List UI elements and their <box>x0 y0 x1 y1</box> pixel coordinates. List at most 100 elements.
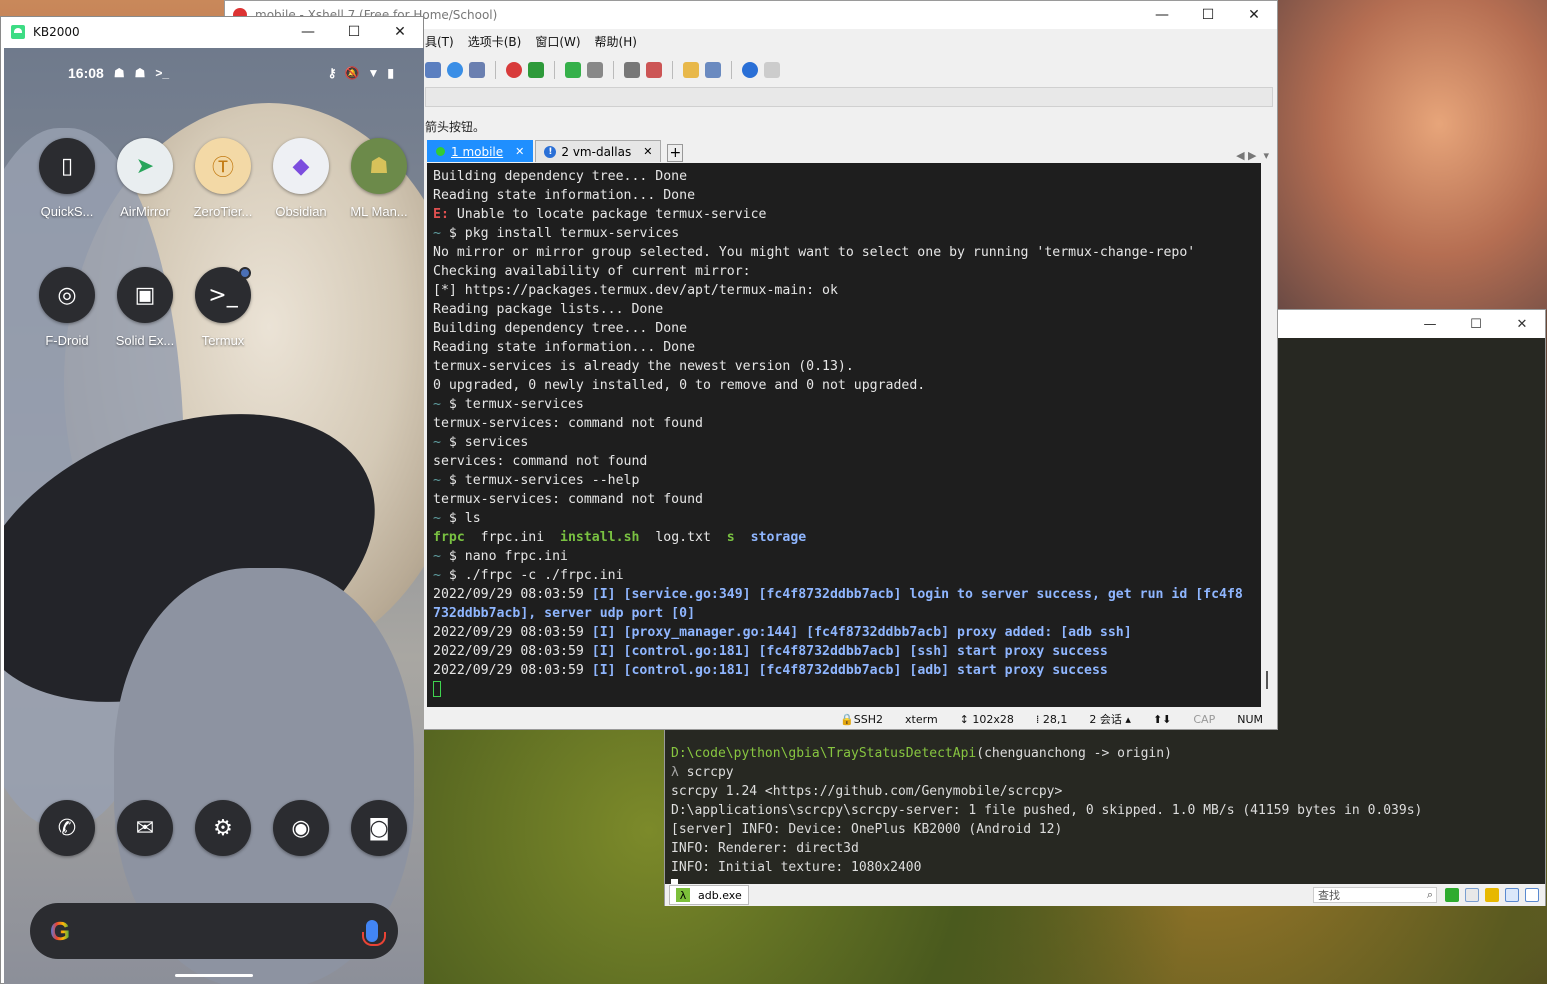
gesture-nav-bar[interactable] <box>175 974 253 977</box>
terminal-text: INFO: Initial texture: 1080x2400 <box>671 860 922 875</box>
xshell-icon[interactable] <box>506 62 522 78</box>
terminal-line: λ scrcpy <box>671 765 1541 784</box>
terminal-text: D:\applications\scrcpy\scrcpy-server: 1 … <box>671 803 1423 818</box>
app-termux[interactable]: >_ Termux <box>186 267 260 348</box>
dock-messages[interactable]: ✉ <box>108 800 182 856</box>
layout-icon[interactable] <box>1505 888 1519 902</box>
lock-icon: 🔒SSH2 <box>840 712 884 726</box>
app-obsidian[interactable]: ◆ Obsidian <box>264 138 338 219</box>
search-input[interactable]: 查找 ⌕ <box>1313 887 1437 903</box>
terminal-text: [*] https://packages.termux.dev/apt/term… <box>433 283 838 298</box>
app-label: Solid Ex... <box>115 333 175 348</box>
terminal-line: frpc frpc.ini install.sh log.txt s stora… <box>433 528 1255 547</box>
globe-icon[interactable] <box>447 62 463 78</box>
font-icon[interactable] <box>469 62 485 78</box>
keyboard-icon[interactable] <box>624 62 640 78</box>
maximize-button[interactable]: ☐ <box>1185 1 1231 29</box>
microphone-icon[interactable] <box>362 920 386 946</box>
terminal-line: ~ $ pkg install termux-services <box>433 224 1255 243</box>
chat-icon[interactable] <box>764 62 780 78</box>
app-android[interactable]: ☗ ML Man... <box>342 138 416 219</box>
close-tab-icon[interactable]: ✕ <box>515 145 524 158</box>
help-icon[interactable] <box>742 62 758 78</box>
terminal-line: Building dependency tree... Done <box>433 167 1255 186</box>
terminal-line: [server] INFO: Device: OnePlus KB2000 (A… <box>671 822 1541 841</box>
phone-screen[interactable]: 16:08 ☗ ☗ >_ ⚷ 🔕 ▼ ▮ ▯ QuickS... ➤ AirMirro… <box>4 48 424 984</box>
lock-icon[interactable] <box>1485 888 1499 902</box>
terminal-line: termux-services: command not found <box>433 490 1255 509</box>
terminal-line: scrcpy 1.24 <https://github.com/Genymobi… <box>671 784 1541 803</box>
battery-icon: ▮ <box>387 66 394 80</box>
app-zerotier[interactable]: Ⓣ ZeroTier... <box>186 138 260 219</box>
tab-mobile[interactable]: 1 mobile ✕ <box>427 140 534 162</box>
cmder-titlebar: — ☐ ✕ <box>1277 310 1545 338</box>
new-folder-icon[interactable] <box>683 62 699 78</box>
terminal-line: ~ $ services <box>433 433 1255 452</box>
terminal-text: ~ <box>433 397 449 412</box>
terminal-scrollbar[interactable] <box>1261 163 1277 707</box>
quickswitch-icon: ▯ <box>39 138 95 194</box>
app-quickswitch[interactable]: ▯ QuickS... <box>30 138 104 219</box>
xftp-icon[interactable] <box>528 62 544 78</box>
terminal-text: scrcpy <box>686 765 734 780</box>
session-count[interactable]: 2 会话 ▴ <box>1089 711 1131 727</box>
app-fdroid[interactable]: ◎ F-Droid <box>30 267 104 348</box>
close-tab-icon[interactable]: ✕ <box>643 145 652 158</box>
minimize-button[interactable]: — <box>285 17 331 47</box>
highlight-icon[interactable] <box>646 62 662 78</box>
dock-phone[interactable]: ✆ <box>30 800 104 856</box>
maximize-button[interactable]: ☐ <box>1453 310 1499 338</box>
cursor-position: ⁞ 28,1 <box>1035 712 1068 726</box>
lambda-icon: λ <box>676 888 690 902</box>
fullscreen-icon[interactable] <box>565 62 581 78</box>
terminal-text: Building dependency tree... Done <box>433 169 688 184</box>
terminal-text: Unable to locate package termux-service <box>448 207 767 222</box>
menu-help[interactable]: 帮助(H) <box>595 33 637 50</box>
maximize-button[interactable]: ☐ <box>331 17 377 47</box>
terminal-text: frpc <box>433 530 465 545</box>
close-button[interactable]: ✕ <box>377 17 423 47</box>
session-tabs: 1 mobile ✕ ! 2 vm-dallas ✕ + ◀ ▶ ▾ <box>427 138 1277 162</box>
dock-chrome[interactable]: ◉ <box>264 800 338 856</box>
dock-camera[interactable]: ◙ <box>342 800 416 856</box>
terminal-line: Checking availability of current mirror: <box>433 262 1255 281</box>
address-bar[interactable] <box>425 87 1273 107</box>
terminal-line: Reading state information... Done <box>433 186 1255 205</box>
connected-icon <box>436 147 445 156</box>
cmder-terminal[interactable]: D:\code\python\gbia\TrayStatusDetectApi(… <box>671 746 1541 898</box>
close-button[interactable]: ✕ <box>1231 1 1277 29</box>
menu-tab[interactable]: 选项卡(B) <box>468 33 522 50</box>
terminal-text: $ ls <box>448 511 481 526</box>
menu-tools[interactable]: 具(T) <box>425 33 454 50</box>
app-airmirror[interactable]: ➤ AirMirror <box>108 138 182 219</box>
minimize-button[interactable]: — <box>1407 310 1453 338</box>
layout-icon[interactable] <box>705 62 721 78</box>
app-label: F-Droid <box>45 333 89 348</box>
menu-icon[interactable] <box>1525 888 1539 902</box>
terminal-line: 0 upgraded, 0 newly installed, 0 to remo… <box>433 376 1255 395</box>
menu-window[interactable]: 窗口(W) <box>535 33 580 50</box>
tab-nav-arrows[interactable]: ◀ ▶ ▾ <box>1236 149 1269 162</box>
scrollbar-thumb[interactable] <box>1266 671 1268 689</box>
tab-vm-dallas[interactable]: ! 2 vm-dallas ✕ <box>535 140 662 162</box>
terminal-line: INFO: Renderer: direct3d <box>671 841 1541 860</box>
close-button[interactable]: ✕ <box>1499 310 1545 338</box>
fdroid-icon: ◎ <box>39 267 95 323</box>
terminal-text: $ pkg install termux-services <box>448 226 680 241</box>
lock-icon[interactable] <box>587 62 603 78</box>
split-icon[interactable] <box>1465 888 1479 902</box>
new-console-icon[interactable] <box>1445 888 1459 902</box>
status-time: 16:08 <box>68 65 104 81</box>
add-tab-button[interactable]: + <box>667 144 684 162</box>
upload-download-icon[interactable]: ⬆⬇ <box>1153 713 1171 726</box>
terminal-text: services: command not found <box>433 454 648 469</box>
dock-settings[interactable]: ⚙ <box>186 800 260 856</box>
minimize-button[interactable]: — <box>1139 1 1185 29</box>
menubar: 具(T) 选项卡(B) 窗口(W) 帮助(H) <box>425 33 637 50</box>
google-search-bar[interactable]: G <box>30 903 398 959</box>
cmder-tab-adb[interactable]: λ adb.exe <box>669 885 749 905</box>
app-solid-explorer[interactable]: ▣ Solid Ex... <box>108 267 182 348</box>
properties-icon[interactable] <box>425 62 441 78</box>
terminal-output[interactable]: Building dependency tree... Done Reading … <box>427 163 1261 707</box>
